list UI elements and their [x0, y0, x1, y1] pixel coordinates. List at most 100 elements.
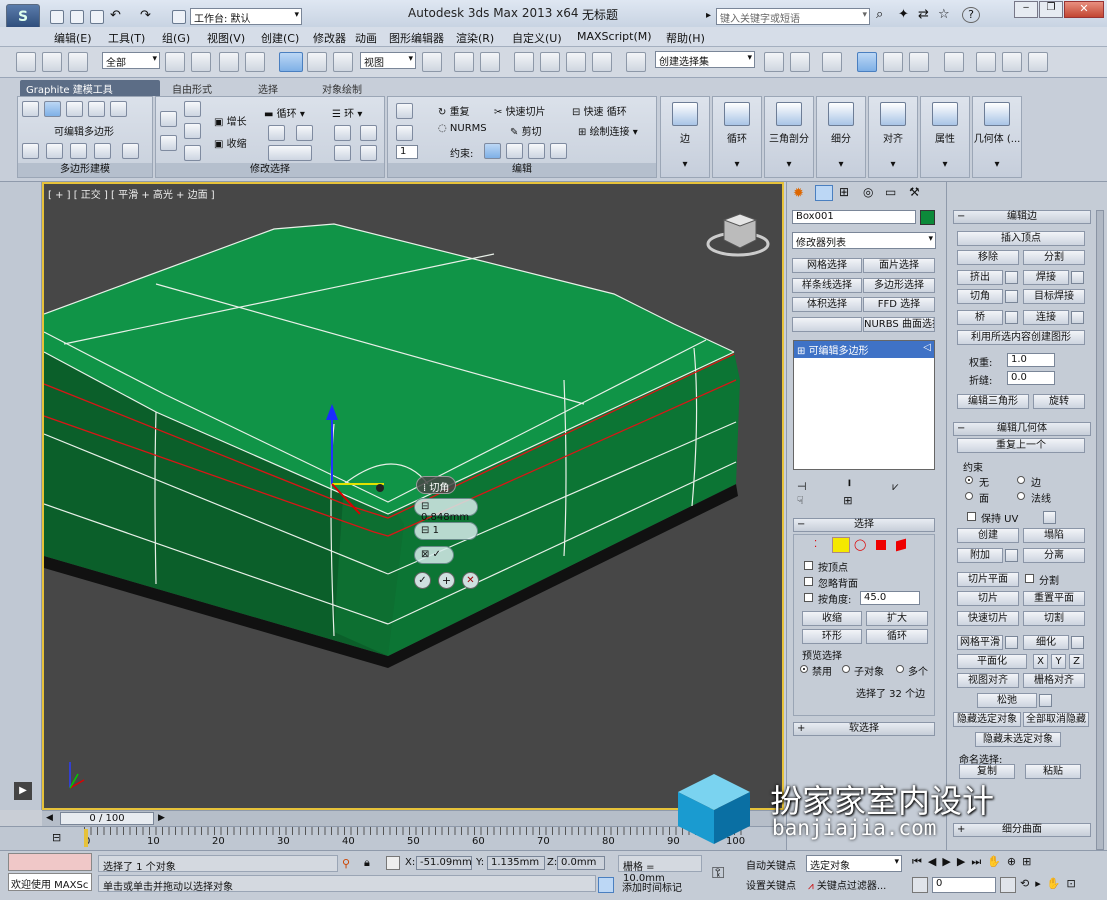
insert-vertex-button[interactable]: 插入顶点 [957, 231, 1085, 246]
curve-editor-icon[interactable] [883, 52, 903, 72]
constraint-face-radio[interactable] [965, 492, 973, 500]
menu-item[interactable]: 帮助(H) [666, 30, 705, 46]
project-folder-icon[interactable] [172, 10, 186, 24]
pivot-center-icon[interactable] [422, 52, 442, 72]
time-slider-thumb[interactable]: 0 / 100 [60, 812, 154, 825]
menu-item[interactable]: 编辑(E) [54, 30, 92, 46]
caddy-apply-icon[interactable]: + [438, 572, 455, 589]
ignore-backface-checkbox[interactable] [804, 577, 813, 586]
split-checkbox[interactable] [1025, 574, 1034, 583]
sel-border-icon[interactable]: ◯ [854, 538, 866, 551]
edit-triangles-button[interactable]: 编辑三角形 [957, 394, 1029, 409]
search-icon[interactable]: ▸ [706, 10, 711, 21]
add-time-tag-button[interactable]: 添加时间标记 [618, 877, 702, 894]
expand-arrow-icon[interactable]: ▶ [14, 782, 32, 800]
constraint-none-radio[interactable] [965, 476, 973, 484]
new-file-icon[interactable] [50, 10, 64, 24]
unlink-icon[interactable] [42, 52, 62, 72]
quickslice-button[interactable]: 快速切片 [957, 611, 1019, 626]
angle-field[interactable]: 45.0 [860, 591, 920, 605]
remove-button[interactable]: 移除 [957, 250, 1019, 265]
by-angle-checkbox[interactable] [804, 593, 813, 602]
chamfer-button[interactable]: 切角 [957, 289, 1003, 304]
key-mode-toggle-icon[interactable] [912, 877, 928, 893]
constraint-normal-icon[interactable] [550, 143, 567, 159]
tab-object-paint[interactable]: 对象绘制 [316, 80, 368, 96]
named-selection-dropdown[interactable]: 创建选择集 [655, 51, 755, 68]
edit-named-sel-icon[interactable] [626, 52, 646, 72]
bridge-button[interactable]: 桥 [957, 310, 1003, 325]
open-chamfer-toggle[interactable]: ⊠ ✓ [414, 546, 454, 564]
modify-tab-icon[interactable] [815, 185, 833, 201]
crease-field[interactable]: 0.0 [1007, 371, 1055, 385]
workspace-dropdown[interactable]: 工作台: 默认 [190, 8, 302, 25]
close-icon[interactable]: ✕ [1064, 1, 1104, 18]
pin-stack-icon[interactable] [70, 143, 87, 159]
attach-settings-icon[interactable] [1005, 549, 1018, 562]
preview-subobj-radio[interactable] [842, 665, 850, 673]
time-slider[interactable]: ◀ 0 / 100 ▶ [42, 810, 784, 826]
element-mode-icon[interactable] [110, 101, 127, 117]
orbit-icon[interactable]: ⟲ [1020, 877, 1035, 890]
ring-grow-icon[interactable] [334, 125, 351, 141]
tessellate-button[interactable]: 细化 [1023, 635, 1069, 650]
modset-button[interactable]: 多边形选择 [863, 278, 935, 293]
percent-snap-icon[interactable] [566, 52, 586, 72]
reset-plane-button[interactable]: 重置平面 [1023, 591, 1085, 606]
mini-curve-editor-icon[interactable]: ⊟ [52, 831, 61, 844]
save-icon[interactable] [90, 10, 104, 24]
hide-selected-button[interactable]: 隐藏选定对象 [953, 712, 1021, 727]
quickloop-button[interactable]: ⊟ 快速 循环 [572, 103, 627, 118]
preview-multi-radio[interactable] [896, 665, 904, 673]
polygon-mode-icon[interactable] [88, 101, 105, 117]
stack-item[interactable]: ⊞ 可编辑多边形 ◁ [794, 341, 934, 358]
lock-selection-icon[interactable]: 🔒︎ [364, 856, 370, 870]
loop-mode-icon[interactable] [268, 145, 312, 161]
selection-rollout-header[interactable]: − 选择 [793, 518, 935, 532]
rect-selection-icon[interactable] [219, 52, 239, 72]
loop-grow-icon[interactable] [268, 125, 285, 141]
sel-vertical3-icon[interactable] [184, 145, 201, 161]
cut-button[interactable]: 切割 [1023, 611, 1085, 626]
nurms-button[interactable]: ◌ NURMS [438, 123, 487, 134]
move-icon[interactable] [279, 52, 303, 72]
menu-item[interactable]: 图形编辑器 [389, 30, 444, 46]
by-vertex-checkbox[interactable] [804, 561, 813, 570]
menu-item[interactable]: 视图(V) [207, 30, 245, 46]
redo-icon[interactable]: ↷ [140, 8, 151, 23]
key-icon[interactable]: ⚿ [712, 863, 724, 883]
minimize-icon[interactable]: ‒ [1014, 1, 1038, 18]
window-crossing-icon[interactable] [245, 52, 265, 72]
tools-icon[interactable]: ✦ [898, 7, 909, 22]
y-coord-field[interactable]: 1.135mm [487, 856, 545, 870]
graphite-toggle-icon[interactable] [857, 52, 877, 72]
tab-selection[interactable]: 选择 [252, 80, 284, 96]
target-weld-button[interactable]: 目标焊接 [1023, 289, 1085, 304]
relax-button[interactable]: 松弛 [977, 693, 1037, 708]
track-bar[interactable]: ⊟ 0 10 20 30 40 50 60 70 80 90 100 [0, 826, 786, 850]
grow-button[interactable]: ▣ 增长 [214, 113, 247, 128]
vertex-mode-icon[interactable] [22, 101, 39, 117]
rotate-icon[interactable] [307, 52, 327, 72]
scale-icon[interactable] [333, 52, 353, 72]
tessellate-settings-icon[interactable] [1071, 636, 1084, 649]
menu-item[interactable]: 修改器 [313, 30, 346, 46]
collapse-button[interactable]: 塌陷 [1023, 528, 1085, 543]
ring-button[interactable]: ☰ 环 ▾ [332, 105, 362, 120]
ribbon-subdiv-button[interactable]: 细分 ▾ [816, 96, 866, 178]
modset-button[interactable]: 面片选择 [863, 258, 935, 273]
ribbon-edges-button[interactable]: 边 ▾ [660, 96, 710, 178]
spinner-snap-icon[interactable] [592, 52, 612, 72]
modset-button[interactable]: 样条线选择 [792, 278, 862, 293]
hide-unselected-button[interactable]: 隐藏未选定对象 [975, 732, 1061, 747]
sel-polygon-icon[interactable] [876, 540, 886, 550]
welcome-text[interactable]: 欢迎使用 MAXSc [8, 873, 92, 891]
caddy-ok-icon[interactable]: ✓ [414, 572, 431, 589]
layer-manager-icon[interactable] [822, 52, 842, 72]
set-key-button[interactable]: 设置关键点 [744, 875, 802, 892]
menu-item[interactable]: 渲染(R) [456, 30, 494, 46]
weight-field[interactable]: 1.0 [1007, 353, 1055, 367]
menu-item[interactable]: MAXScript(M) [577, 30, 652, 43]
sel-vertical-icon[interactable] [184, 101, 201, 117]
modset-button[interactable]: 网格选择 [792, 258, 862, 273]
